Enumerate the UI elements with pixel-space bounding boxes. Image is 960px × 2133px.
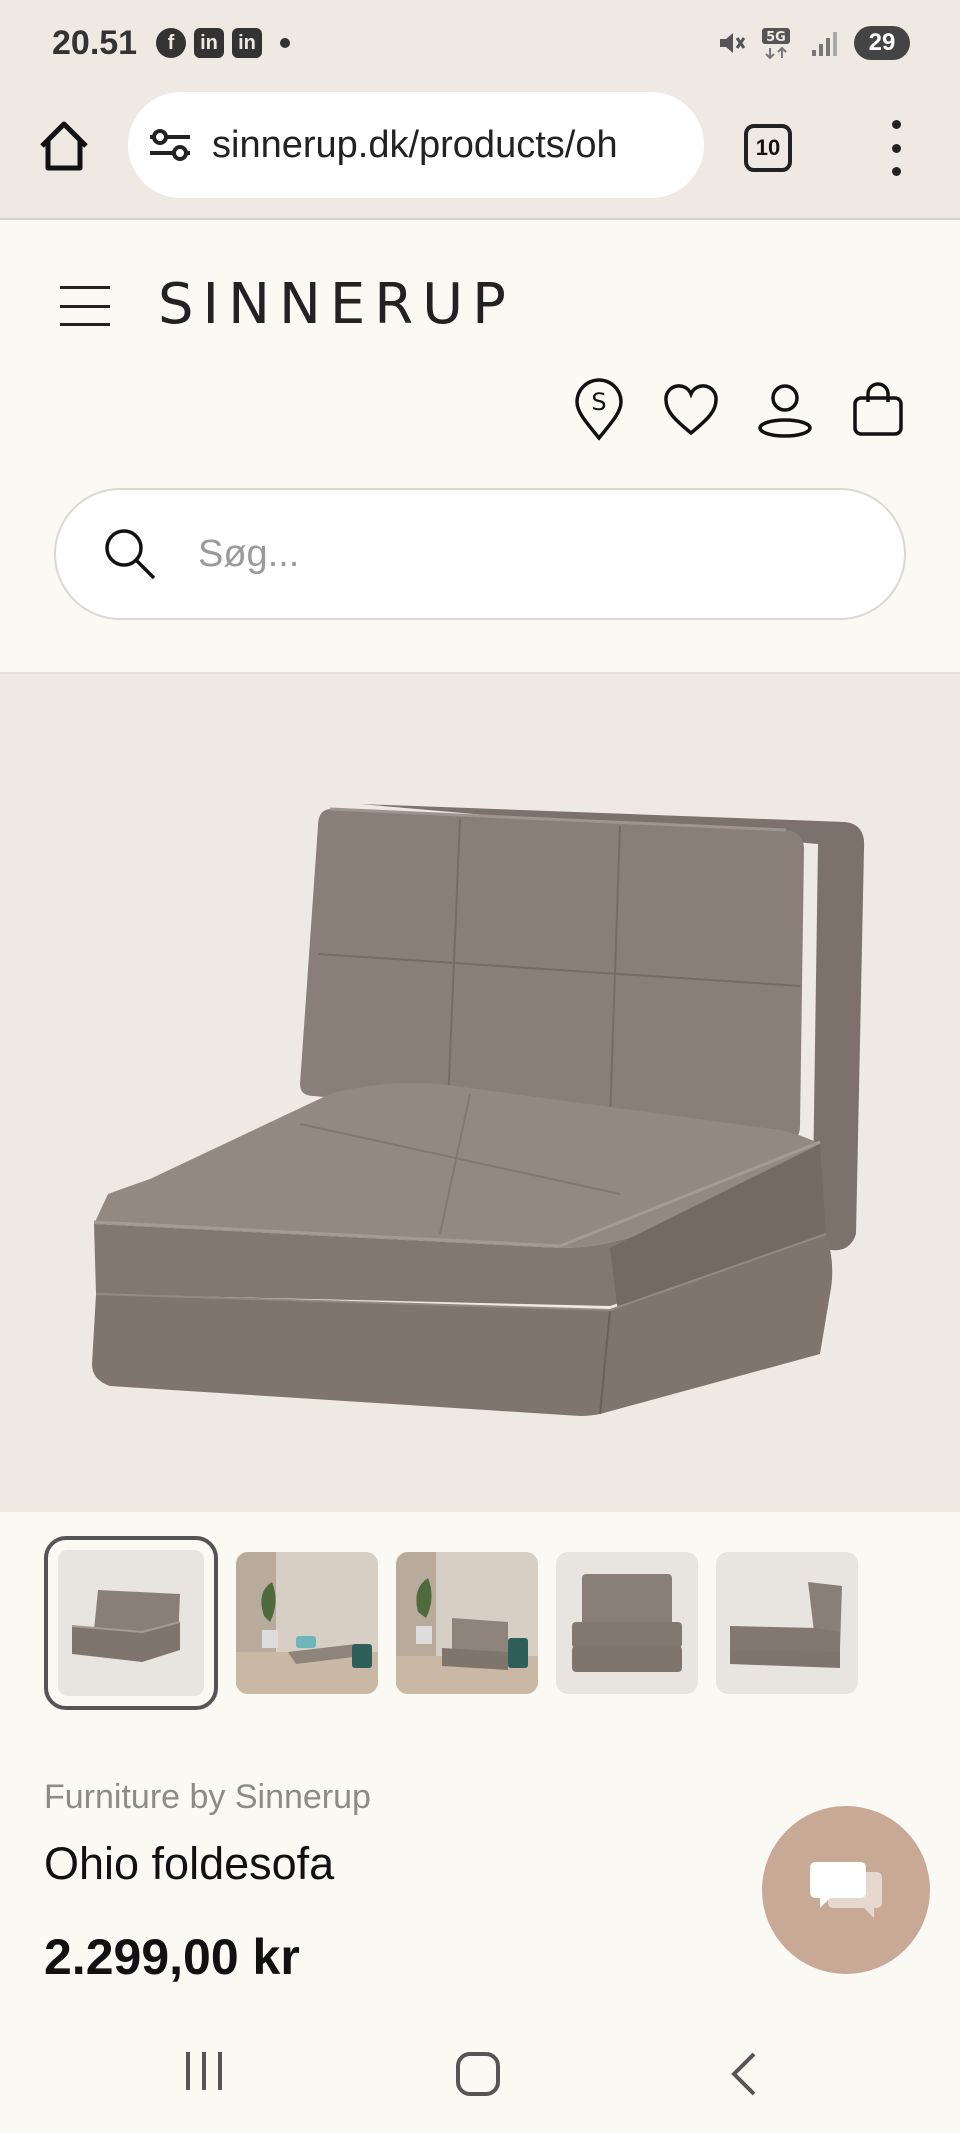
status-bar: 20.51 f in in 5G 29	[0, 0, 960, 88]
more-notifications-dot	[280, 38, 290, 48]
search-input[interactable]	[198, 532, 798, 576]
status-time: 20.51	[52, 24, 138, 62]
sofa-image	[92, 804, 865, 1416]
thumbnail-3[interactable]	[396, 1552, 538, 1694]
sofa-thumbnail	[71, 1590, 181, 1662]
site-header: SINNERUP S	[0, 222, 960, 674]
room-scene-thumbnail	[236, 1552, 378, 1694]
status-indicators: 5G 29	[716, 26, 910, 60]
address-bar[interactable]: sinnerup.dk/products/oh	[128, 92, 704, 198]
product-thumbnails	[44, 1536, 924, 1710]
thumbnail-4[interactable]	[556, 1552, 698, 1694]
sofa-front-thumbnail	[572, 1574, 682, 1672]
back-chevron-icon	[731, 2052, 756, 2096]
room-scene-thumbnail	[396, 1552, 538, 1694]
header-actions: S	[572, 378, 906, 442]
menu-hamburger-icon[interactable]	[60, 286, 110, 326]
facebook-icon: f	[156, 28, 186, 58]
system-home-button[interactable]	[456, 2052, 500, 2096]
url-text[interactable]: sinnerup.dk/products/oh	[212, 124, 682, 167]
system-back-button[interactable]	[728, 2050, 758, 2103]
sofa-side-thumbnail	[730, 1582, 842, 1668]
home-icon	[40, 121, 88, 171]
product-title: Ohio foldesofa	[44, 1838, 335, 1889]
recent-apps-button[interactable]	[186, 2052, 222, 2090]
hamburger-line	[60, 304, 110, 308]
browser-toolbar: sinnerup.dk/products/oh 10	[0, 88, 960, 220]
mute-icon	[720, 33, 746, 53]
linkedin-icon: in	[194, 28, 224, 58]
system-navigation-bar	[0, 2010, 960, 2133]
network-5g-icon: 5G	[762, 28, 790, 60]
thumbnail-1[interactable]	[44, 1536, 218, 1710]
product-price: 2.299,00 kr	[44, 1929, 300, 1985]
thumbnail-image	[58, 1550, 204, 1696]
thumbnail-2[interactable]	[236, 1552, 378, 1694]
status-notification-icons: f in in	[156, 28, 290, 58]
hamburger-line	[60, 286, 110, 289]
heart-icon[interactable]	[662, 383, 720, 437]
product-brand[interactable]: Furniture by Sinnerup	[44, 1778, 371, 1817]
signal-icon	[812, 32, 837, 56]
svg-text:5G: 5G	[766, 30, 786, 45]
linkedin-icon: in	[232, 28, 262, 58]
recent-line	[186, 2052, 190, 2090]
tab-switcher-button[interactable]: 10	[744, 124, 792, 172]
svg-text:S: S	[591, 388, 606, 416]
search-box[interactable]	[54, 488, 906, 620]
chat-button[interactable]	[762, 1806, 930, 1974]
store-locator-icon[interactable]: S	[572, 378, 626, 442]
battery-indicator: 29	[854, 26, 910, 60]
home-button[interactable]	[36, 118, 92, 174]
site-logo[interactable]: SINNERUP	[158, 272, 515, 337]
menu-dot	[891, 120, 901, 129]
user-icon[interactable]	[756, 382, 814, 438]
bag-icon[interactable]	[850, 382, 906, 438]
site-settings-icon[interactable]	[148, 127, 192, 163]
menu-dot	[891, 143, 901, 153]
browser-menu-button[interactable]	[880, 120, 912, 176]
recent-line	[218, 2052, 222, 2090]
recent-line	[202, 2052, 206, 2090]
search-icon	[105, 529, 156, 580]
chat-icon	[810, 1862, 882, 1918]
hamburger-line	[60, 323, 110, 326]
thumbnail-5[interactable]	[716, 1552, 858, 1694]
menu-dot	[891, 167, 901, 176]
product-main-image[interactable]	[0, 674, 960, 1512]
